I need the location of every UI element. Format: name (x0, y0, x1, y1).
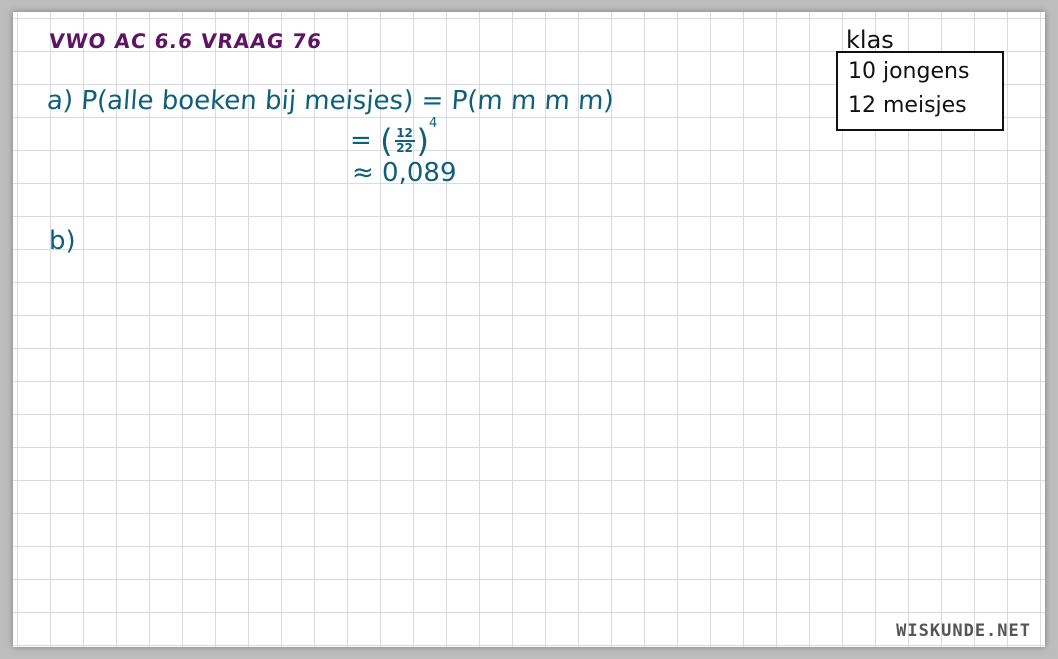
close-paren: ) (416, 122, 430, 160)
part-a-probability: P(alle boeken bij meisjes) = P(m m m m) (80, 86, 615, 116)
equals-sign: = (350, 125, 372, 156)
klas-row-jongens: 10 jongens (848, 59, 970, 84)
open-paren: ( (380, 122, 393, 160)
exponent: 4 (429, 115, 438, 131)
watermark-logo: WISKUNDE.NET (896, 621, 1031, 641)
fraction-denominator: 22 (396, 141, 413, 155)
part-a-result: ≈ 0,089 (352, 158, 457, 188)
part-a-label: a) (45, 86, 75, 116)
klas-box: 10 jongens 12 meisjes (836, 51, 1004, 131)
whiteboard: VWO AC 6.6 VRAAG 76 a) P(alle boeken bij… (13, 12, 1045, 647)
klas-row-meisjes: 12 meisjes (848, 93, 967, 118)
fraction-numerator: 12 (396, 126, 413, 140)
klas-title: klas (846, 26, 894, 54)
part-b-label: b) (49, 226, 76, 256)
part-a-step-2: = (12 22)4 (350, 116, 437, 160)
part-a-expression: a) P(alle boeken bij meisjes) = P(m m m … (46, 86, 615, 116)
fraction: 12 22 (394, 126, 415, 155)
fraction-power: (12 22)4 (380, 116, 437, 160)
page-title: VWO AC 6.6 VRAAG 76 (47, 29, 324, 53)
